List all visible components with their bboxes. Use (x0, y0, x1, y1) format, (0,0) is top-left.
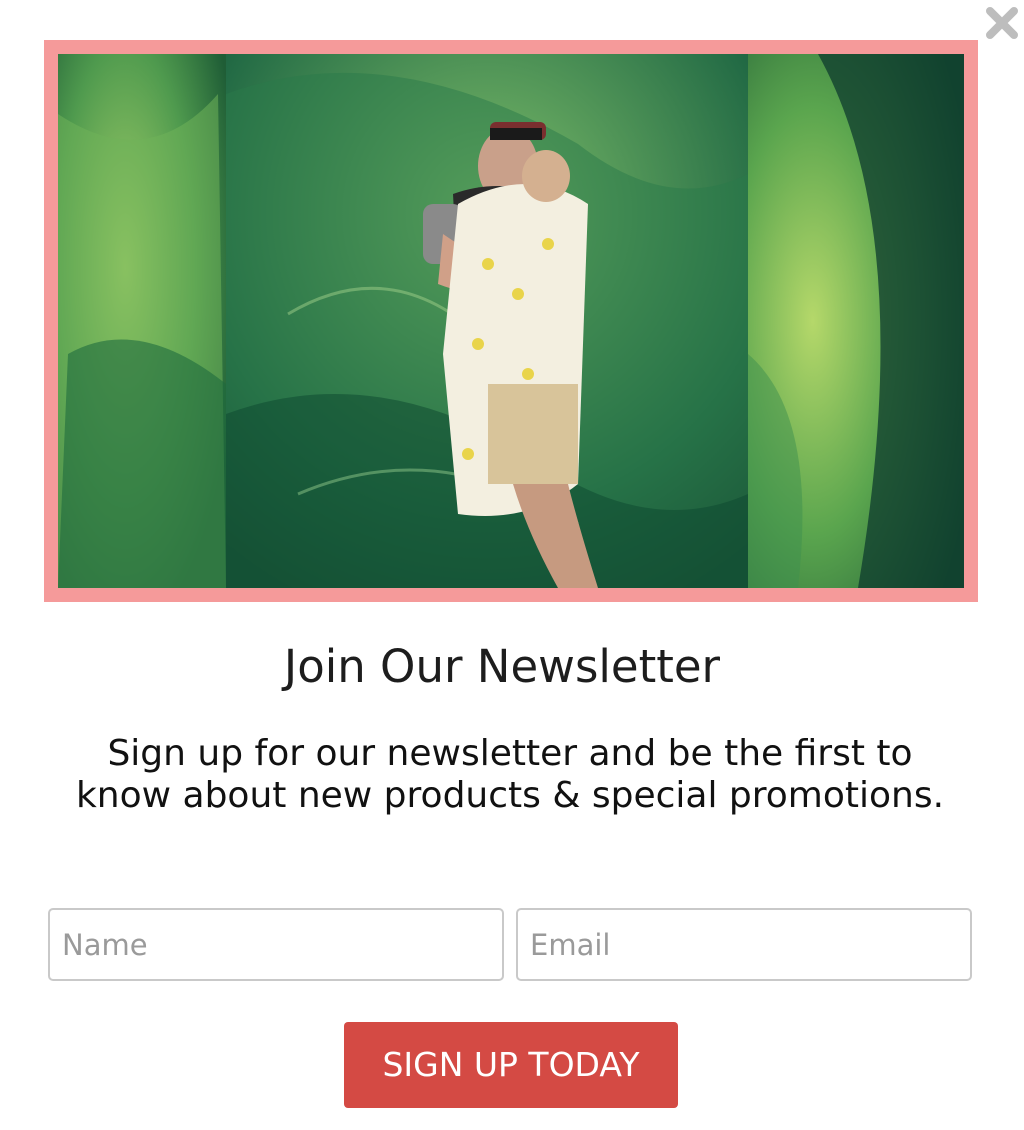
hero-image (58, 54, 964, 588)
close-button[interactable] (985, 6, 1019, 40)
popup-subtitle: Sign up for our newsletter and be the fi… (75, 733, 945, 816)
sign-up-button[interactable]: SIGN UP TODAY (344, 1022, 678, 1108)
email-field[interactable] (516, 908, 972, 981)
hero-image-frame (44, 40, 978, 602)
popup-title: Join Our Newsletter (283, 640, 721, 693)
newsletter-popup: Join Our Newsletter Sign up for our news… (0, 0, 1024, 1130)
name-field[interactable] (48, 908, 504, 981)
close-icon (986, 7, 1018, 39)
